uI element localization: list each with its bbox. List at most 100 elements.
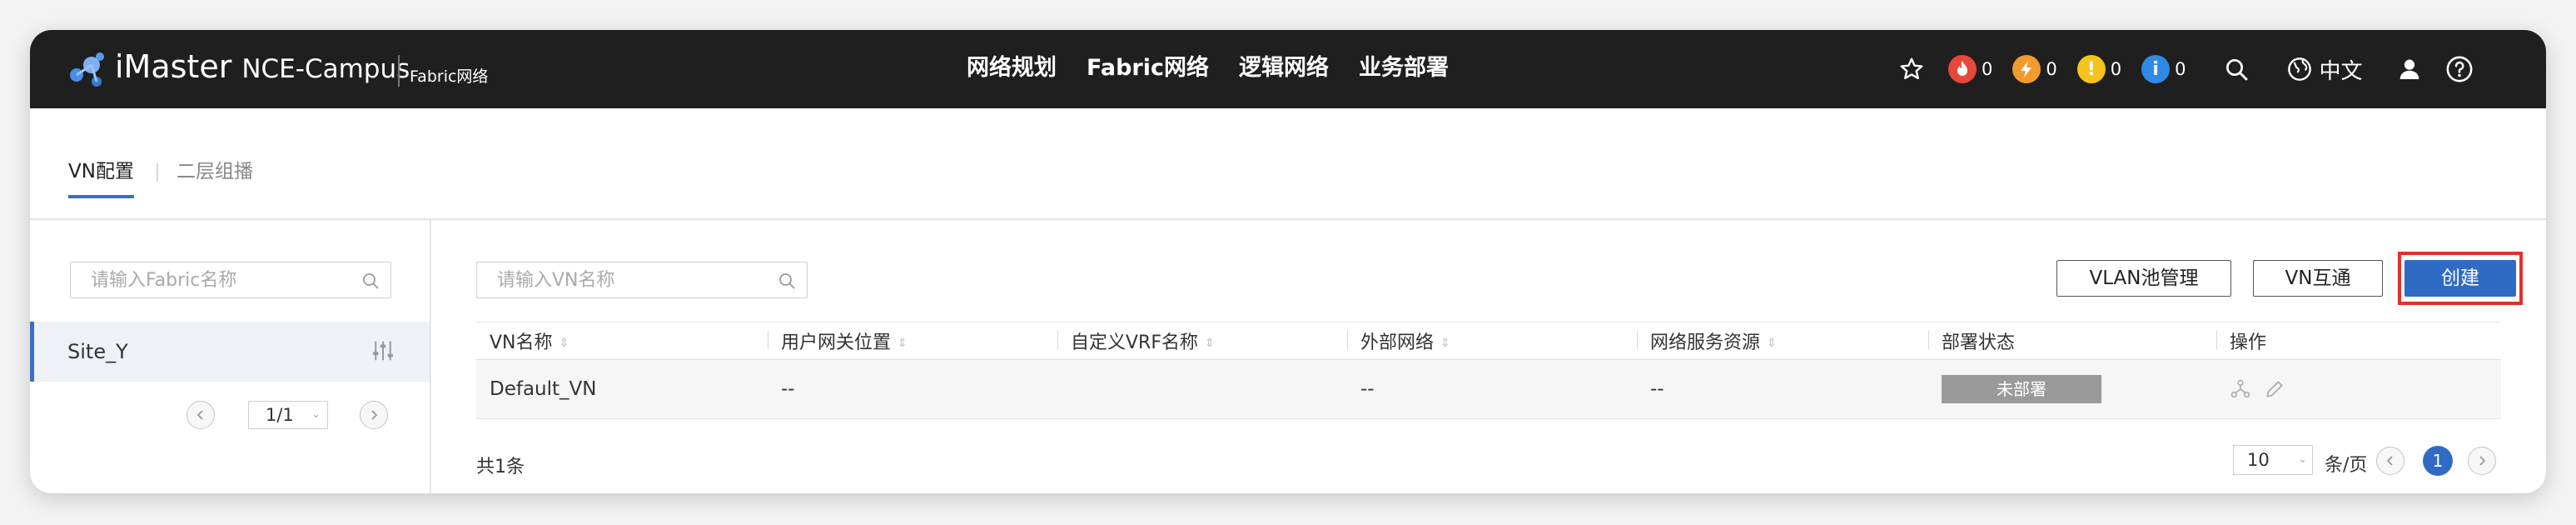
info-icon: i bbox=[2141, 55, 2171, 83]
cell-gateway: -- bbox=[768, 359, 1057, 419]
sidebar-item-label: Site_Y bbox=[67, 340, 128, 363]
topology-icon[interactable] bbox=[2230, 378, 2251, 400]
vn-interconnect-button[interactable]: VN互通 bbox=[2253, 260, 2383, 297]
language-switcher[interactable]: 中文 bbox=[2286, 54, 2363, 85]
header-tools: 0 0 ! 0 i 0 中文 bbox=[1895, 50, 2476, 88]
brand-name: iMaster bbox=[115, 48, 232, 85]
tab-divider bbox=[157, 163, 158, 182]
column-label: 用户网关位置 bbox=[781, 332, 892, 353]
next-page-button[interactable] bbox=[2468, 447, 2496, 475]
vn-table: VN名称 ⇕ 用户网关位置 ⇕ 自定义VRF名称 ⇕ 外部网络 ⇕ 网络服务资源 ⇕ 部署… bbox=[476, 322, 2501, 419]
chevron-down-icon: ⌄ bbox=[311, 408, 321, 421]
total-count: 共1条 bbox=[476, 457, 525, 478]
column-label: 网络服务资源 bbox=[1650, 332, 1761, 353]
user-icon[interactable] bbox=[2393, 52, 2426, 86]
page-size-value: 10 bbox=[2247, 450, 2270, 470]
column-header-vn-name[interactable]: VN名称 ⇕ bbox=[476, 322, 768, 360]
column-header-status: 部署状态 bbox=[1928, 322, 2216, 360]
cell-status: 未部署 bbox=[1928, 359, 2216, 419]
fabric-search-field bbox=[70, 262, 391, 298]
module-name: Fabric网络 bbox=[410, 68, 489, 86]
sort-icon[interactable]: ⇕ bbox=[559, 337, 569, 350]
prev-page-button[interactable] bbox=[2376, 447, 2404, 475]
nav-logical-network[interactable]: 逻辑网络 bbox=[1239, 52, 1329, 85]
logo-icon bbox=[70, 52, 104, 87]
sort-icon[interactable]: ⇕ bbox=[1440, 337, 1450, 350]
alarm-major[interactable]: 0 bbox=[2012, 55, 2057, 83]
search-icon[interactable] bbox=[2220, 52, 2253, 86]
table-row[interactable]: Default_VN -- -- -- 未部署 bbox=[476, 359, 2501, 419]
cell-service: -- bbox=[1637, 359, 1928, 419]
cell-external: -- bbox=[1347, 359, 1637, 419]
per-page-label: 条/页 bbox=[2325, 455, 2368, 476]
cell-vn-name: Default_VN bbox=[476, 359, 768, 419]
product-name: NCE-Campus bbox=[241, 54, 410, 84]
globe-icon bbox=[2287, 58, 2311, 81]
main-nav: 网络规划 Fabric网络 逻辑网络 业务部署 bbox=[967, 52, 1449, 85]
chevron-right-icon bbox=[2479, 456, 2486, 466]
alarm-minor-count: 0 bbox=[2110, 59, 2122, 79]
table-header-row: VN名称 ⇕ 用户网关位置 ⇕ 自定义VRF名称 ⇕ 外部网络 ⇕ 网络服务资源 ⇕ 部署… bbox=[476, 322, 2501, 360]
page-select-value: 1/1 bbox=[266, 405, 294, 425]
language-label: 中文 bbox=[2319, 58, 2363, 84]
tab-bar: VN配置 二层组播 bbox=[30, 108, 2546, 220]
chevron-left-icon bbox=[196, 410, 203, 420]
lightning-icon bbox=[2012, 55, 2041, 83]
fabric-search-input[interactable] bbox=[71, 262, 390, 298]
cell-actions bbox=[2216, 359, 2501, 419]
sort-icon[interactable]: ⇕ bbox=[1205, 337, 1215, 350]
vn-search-input[interactable] bbox=[477, 262, 807, 298]
tab-l2-multicast[interactable]: 二层组播 bbox=[177, 160, 253, 183]
page-select[interactable]: 1/1 ⌄ bbox=[248, 401, 328, 429]
brand-title: iMaster NCE-Campus bbox=[115, 47, 410, 89]
filter-sliders-icon[interactable] bbox=[370, 338, 395, 363]
app-window: iMaster NCE-Campus Fabric网络 网络规划 Fabric网络… bbox=[30, 30, 2546, 493]
star-icon[interactable] bbox=[1895, 52, 1928, 86]
vlan-pool-button[interactable]: VLAN池管理 bbox=[2056, 260, 2231, 297]
alarm-info[interactable]: i 0 bbox=[2141, 55, 2186, 83]
nav-service-deployment[interactable]: 业务部署 bbox=[1359, 52, 1449, 85]
chevron-right-icon bbox=[371, 410, 378, 420]
column-label: 自定义VRF名称 bbox=[1071, 332, 1198, 353]
alarm-major-count: 0 bbox=[2046, 59, 2057, 79]
edit-icon[interactable] bbox=[2264, 378, 2285, 400]
page-size-select[interactable]: 10 ⌄ bbox=[2233, 445, 2313, 475]
nav-fabric-network[interactable]: Fabric网络 bbox=[1087, 52, 1209, 85]
nav-network-planning[interactable]: 网络规划 bbox=[967, 52, 1057, 85]
top-bar: iMaster NCE-Campus Fabric网络 网络规划 Fabric网络… bbox=[30, 30, 2546, 108]
exclamation-icon: ! bbox=[2076, 55, 2106, 83]
tab-vn-config[interactable]: VN配置 bbox=[68, 160, 134, 198]
column-label: VN名称 bbox=[490, 332, 553, 353]
next-page-button[interactable] bbox=[360, 401, 388, 429]
chevron-left-icon bbox=[2386, 456, 2393, 466]
column-label: 外部网络 bbox=[1360, 332, 1435, 353]
prev-page-button[interactable] bbox=[186, 401, 215, 429]
column-header-actions: 操作 bbox=[2216, 322, 2501, 360]
column-header-vrf[interactable]: 自定义VRF名称 ⇕ bbox=[1057, 322, 1347, 360]
fire-icon bbox=[1948, 55, 1977, 83]
search-icon[interactable] bbox=[361, 271, 380, 291]
vn-panel: VLAN池管理 VN互通 创建 VN名称⇕ 用户网关位置⇕ 自定义VRF名称⇕ … bbox=[431, 220, 2546, 493]
column-label: 部署状态 bbox=[1942, 332, 2016, 353]
alarm-info-count: 0 bbox=[2175, 59, 2186, 79]
highlight-box bbox=[2398, 252, 2523, 305]
help-icon[interactable] bbox=[2443, 52, 2476, 86]
alarm-critical-count: 0 bbox=[1982, 59, 1993, 79]
column-header-service[interactable]: 网络服务资源 ⇕ bbox=[1637, 322, 1928, 360]
sort-icon[interactable]: ⇕ bbox=[1767, 337, 1777, 350]
vn-search-field bbox=[476, 262, 808, 298]
search-icon[interactable] bbox=[777, 271, 797, 291]
page-number-current[interactable]: 1 bbox=[2423, 446, 2453, 476]
alarm-minor[interactable]: ! 0 bbox=[2076, 55, 2122, 83]
cell-vrf bbox=[1057, 359, 1347, 419]
sort-icon[interactable]: ⇕ bbox=[898, 337, 908, 350]
column-label: 操作 bbox=[2230, 332, 2267, 353]
sidebar-item-site-y[interactable]: Site_Y bbox=[30, 322, 430, 382]
chevron-down-icon: ⌄ bbox=[2298, 453, 2307, 466]
alarm-critical[interactable]: 0 bbox=[1948, 55, 1992, 83]
brand-divider bbox=[398, 55, 400, 87]
column-header-external[interactable]: 外部网络 ⇕ bbox=[1347, 322, 1637, 360]
status-badge: 未部署 bbox=[1942, 375, 2101, 403]
fabric-sidebar: Site_Y 1/1 ⌄ bbox=[30, 220, 431, 493]
column-header-gateway[interactable]: 用户网关位置 ⇕ bbox=[768, 322, 1057, 360]
